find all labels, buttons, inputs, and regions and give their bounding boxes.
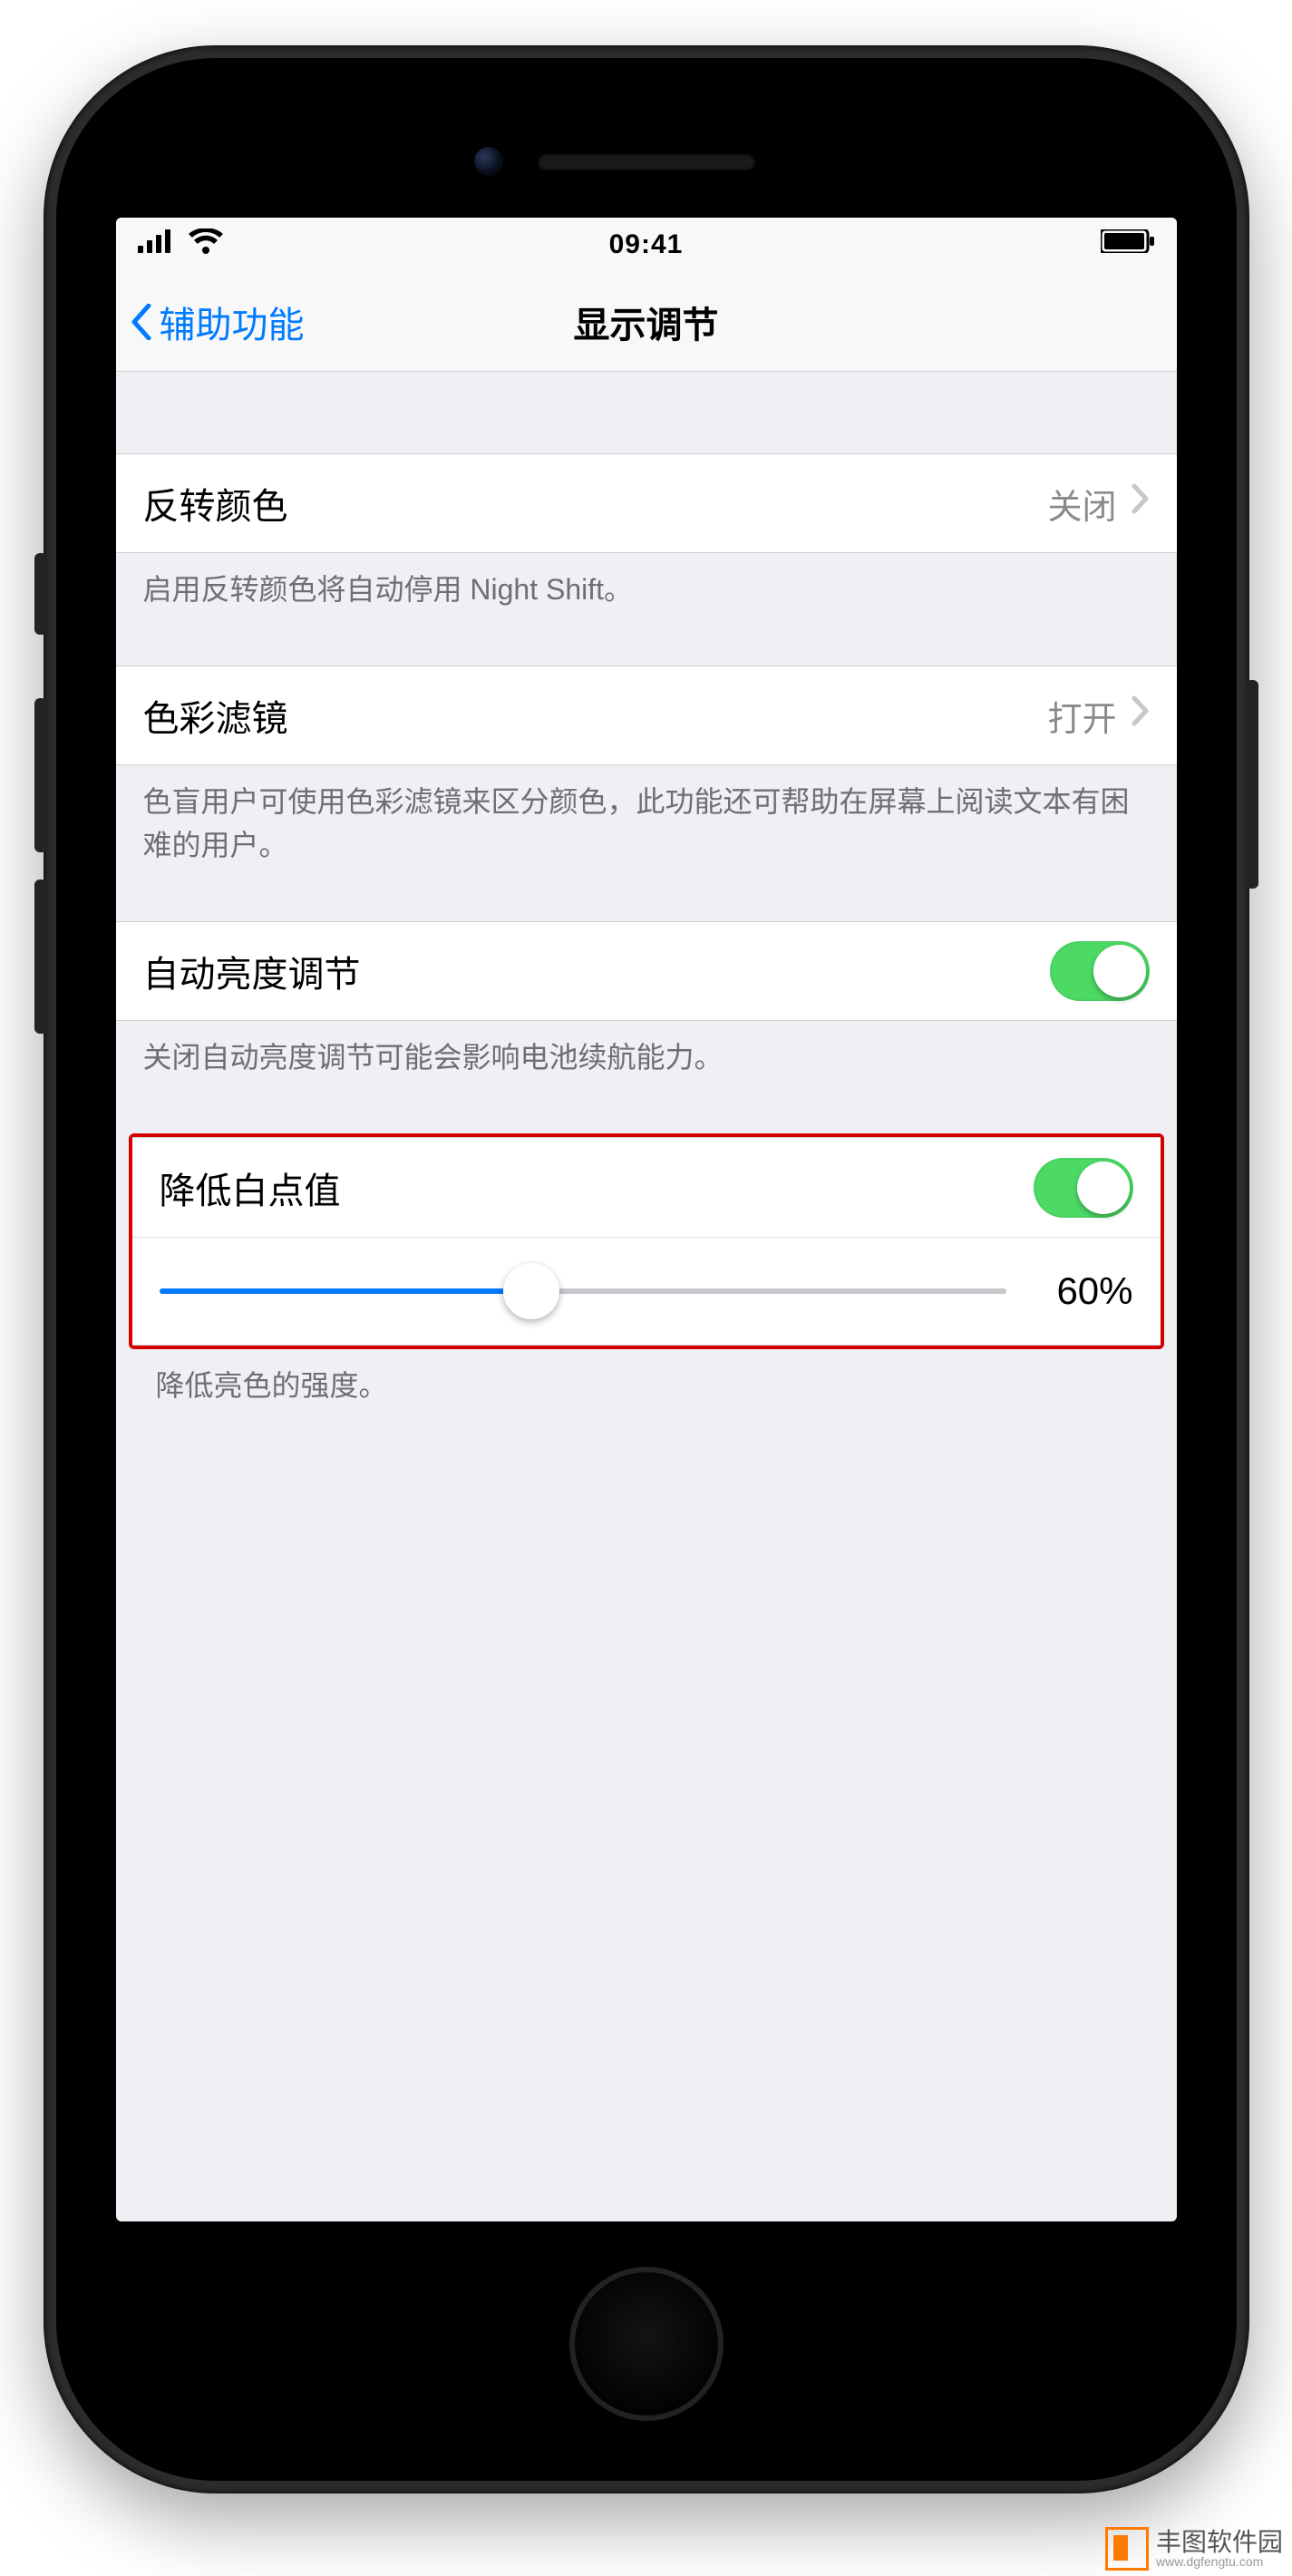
auto-brightness-toggle[interactable] — [1050, 941, 1150, 1001]
row-value: 打开 — [1047, 691, 1116, 741]
power-button — [1246, 680, 1258, 889]
speaker — [538, 154, 755, 170]
row-label: 自动亮度调节 — [143, 945, 361, 997]
group-auto-brightness: 自动亮度调节 关闭自动亮度调节可能会影响电池续航能力。 — [116, 921, 1177, 1079]
group-footer: 色盲用户可使用色彩滤镜来区分颜色，此功能还可帮助在屏幕上阅读文本有困难的用户。 — [116, 765, 1177, 867]
phone-frame: 09:41 辅助功能 显示调节 反转颜色 — [44, 45, 1249, 2493]
reduce-white-point-toggle[interactable] — [1034, 1158, 1133, 1218]
nav-bar: 辅助功能 显示调节 — [116, 272, 1177, 372]
cellular-signal-icon — [138, 229, 174, 260]
group-footer: 关闭自动亮度调节可能会影响电池续航能力。 — [116, 1021, 1177, 1079]
row-value: 关闭 — [1047, 479, 1116, 529]
group-invert-colors: 反转颜色 关闭 启用反转颜色将自动停用 Night Shift。 — [116, 453, 1177, 611]
slider-value: 60% — [1034, 1269, 1133, 1313]
battery-icon — [1101, 229, 1155, 260]
status-time: 09:41 — [116, 229, 1177, 260]
watermark-logo-icon — [1105, 2527, 1149, 2571]
row-auto-brightness: 自动亮度调节 — [116, 921, 1177, 1021]
slider-thumb[interactable] — [503, 1263, 559, 1319]
chevron-right-icon — [1132, 695, 1150, 735]
row-white-point-slider: 60% — [132, 1237, 1161, 1346]
page-title: 显示调节 — [116, 296, 1177, 348]
watermark: 丰图软件园 www.dgfengtu.com — [1105, 2527, 1283, 2571]
status-bar: 09:41 — [116, 218, 1177, 272]
row-label: 反转颜色 — [143, 477, 288, 530]
white-point-slider[interactable] — [160, 1288, 1006, 1294]
front-camera — [474, 147, 503, 176]
screen: 09:41 辅助功能 显示调节 反转颜色 — [116, 218, 1177, 2221]
group-footer: 降低亮色的强度。 — [129, 1349, 1164, 1407]
mute-switch — [34, 553, 47, 635]
home-button[interactable] — [569, 2267, 724, 2421]
volume-up-button — [34, 698, 47, 852]
row-reduce-white-point: 降低白点值 — [132, 1137, 1161, 1237]
group-footer: 启用反转颜色将自动停用 Night Shift。 — [116, 553, 1177, 611]
wifi-icon — [189, 228, 223, 261]
chevron-right-icon — [1132, 483, 1150, 523]
row-color-filters[interactable]: 色彩滤镜 打开 — [116, 666, 1177, 765]
watermark-url: www.dgfengtu.com — [1156, 2555, 1283, 2569]
watermark-name: 丰图软件园 — [1156, 2529, 1283, 2555]
content: 反转颜色 关闭 启用反转颜色将自动停用 Night Shift。 色彩滤镜 — [116, 372, 1177, 1407]
row-label: 降低白点值 — [160, 1162, 341, 1214]
group-reduce-white-point-highlight: 降低白点值 60% — [129, 1133, 1164, 1349]
row-invert-colors[interactable]: 反转颜色 关闭 — [116, 453, 1177, 553]
row-label: 色彩滤镜 — [143, 689, 288, 742]
volume-down-button — [34, 880, 47, 1034]
group-color-filters: 色彩滤镜 打开 色盲用户可使用色彩滤镜来区分颜色，此功能还可帮助在屏幕上阅读文本… — [116, 666, 1177, 867]
